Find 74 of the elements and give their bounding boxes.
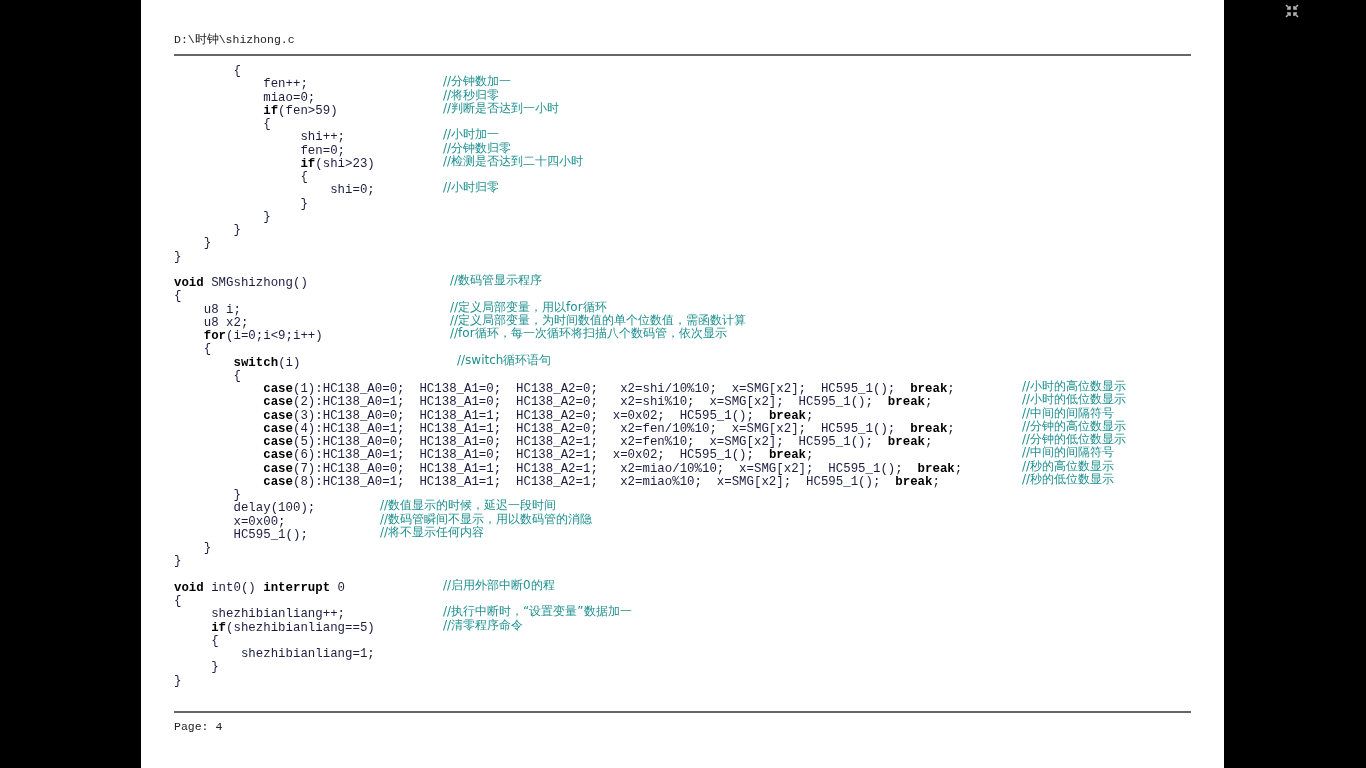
code-line: } [174, 554, 182, 569]
code-line: case(4):HC138_A0=1; HC138_A1=1; HC138_A2=0; x2=fen/10%10; x=SMG[x2]; HC595_1(); break; [262, 421, 955, 436]
code-line: switch(i) [232, 355, 301, 370]
code-line: } [262, 209, 271, 224]
code-line: miao=0; [262, 90, 316, 105]
code-line: shezhibianliang++; [210, 607, 346, 622]
code-line: } [232, 488, 241, 502]
code-line: shi++; [299, 130, 346, 145]
code-line: delay(100); [232, 501, 316, 516]
code-comment: //小时归零 [443, 181, 500, 195]
code-comment: //数码管瞬间不显示，用以数码管的消隐 [380, 512, 593, 526]
code-comment: //中间的间隔符号 [1022, 446, 1115, 460]
code-line: for(i=0;i<9;i++) [202, 329, 323, 343]
code-line: { [174, 594, 182, 608]
code-line: { [262, 117, 271, 131]
code-line: } [174, 249, 182, 264]
code-line: case(2):HC138_A0=1; HC138_A1=0; HC138_A2=0; x2=shi%10; x=SMG[x2]; HC595_1(); break; [262, 395, 933, 410]
code-comment: //小时的高位数显示 [1022, 380, 1127, 393]
code-comment: //定义局部变量，为时间数值的单个位数值，需函数计算 [450, 313, 747, 327]
code-comment: //分钟的低位数显示 [1022, 433, 1127, 446]
code-line: case(8):HC138_A0=1; HC138_A1=1; HC138_A2=1; x2=miao%10; x=SMG[x2]; HC595_1(); break; [262, 474, 940, 489]
code-line: case(1):HC138_A0=0; HC138_A1=0; HC138_A2=0; x2=shi/10%10; x=SMG[x2]; HC595_1(); break; [262, 382, 955, 396]
code-comment: //执行中断时，“设置变量”数据加一 [443, 605, 632, 619]
code-comment: //清零程序命令 [443, 618, 524, 632]
code-comment: //小时加一 [443, 128, 500, 142]
code-line: void int0() interrupt 0 [174, 580, 346, 595]
code-line: { [202, 342, 212, 357]
code-line: u8 i; [202, 302, 241, 317]
code-line: } [232, 223, 241, 237]
code-line: case(3):HC138_A0=0; HC138_A1=1; HC138_A2=0; x=0x02; HC595_1(); break; [262, 408, 814, 423]
code-line: } [210, 660, 219, 675]
code-line: fen++; [262, 77, 308, 92]
code-line: void SMGshizhong() [174, 276, 308, 290]
code-line: { [174, 289, 182, 304]
code-comment: //秒的低位数显示 [1022, 472, 1115, 486]
code-comment: //分钟数加一 [443, 75, 512, 89]
code-comment: //秒的高位数显示 [1022, 459, 1115, 473]
code-comment: //将不显示任何内容 [380, 525, 485, 539]
code-comment: //数码管显示程序 [450, 274, 543, 288]
code-comment: //检测是否达到二十四小时 [443, 154, 584, 168]
code-line: } [299, 196, 308, 211]
code-line: } [202, 541, 212, 555]
code-line: if(fen>59) [262, 103, 338, 118]
page-number: Page: 4 [174, 719, 223, 735]
code-line: u8 x2; [202, 315, 249, 330]
code-line: if(shezhibianliang==5) [210, 620, 375, 635]
code-line: if(shi>23) [299, 156, 375, 171]
code-comment: //判断是否达到一小时 [443, 101, 560, 115]
code-comment: //将秒归零 [443, 88, 500, 102]
code-comment: //分钟数归零 [443, 141, 512, 155]
code-comment: //小时的低位数显示 [1022, 393, 1127, 407]
code-line: { [299, 170, 308, 184]
code-line: { [210, 633, 219, 648]
code-comment: //定义局部变量，用以for循环 [450, 300, 607, 314]
code-comment: //for循环，每一次循环将扫描八个数码管，依次显示 [450, 327, 727, 341]
code-line: x=0x00; [232, 514, 286, 529]
exit-fullscreen-icon[interactable] [1285, 4, 1299, 18]
code-line: } [202, 236, 212, 251]
code-line: case(5):HC138_A0=0; HC138_A1=0; HC138_A2=1; x2=fen%10; x=SMG[x2]; HC595_1(); break; [262, 435, 933, 449]
code-comment: //数值显示的时候，延迟一段时间 [380, 499, 557, 513]
file-path: D:\时钟\shizhong.c [174, 32, 295, 48]
code-line: shezhibianliang=1; [239, 647, 375, 661]
code-comment: //分钟的高位数显示 [1022, 419, 1127, 433]
code-line: HC595_1(); [232, 527, 308, 542]
code-line: { [232, 368, 241, 383]
code-line: case(7):HC138_A0=0; HC138_A1=1; HC138_A2=1; x2=miao/10%10; x=SMG[x2]; HC595_1(); break; [262, 461, 963, 476]
code-line: case(6):HC138_A0=1; HC138_A1=0; HC138_A2=1; x=0x02; HC595_1(); break; [262, 448, 814, 463]
code-line: } [174, 673, 182, 688]
code-comment: //中间的间隔符号 [1022, 406, 1115, 420]
code-comment: //switch循环语句 [457, 353, 552, 367]
code-line: { [232, 64, 241, 78]
code-line: fen=0; [299, 143, 346, 158]
code-comment: //启用外部中断0的程 [443, 578, 555, 592]
code-line: shi=0; [329, 183, 375, 198]
